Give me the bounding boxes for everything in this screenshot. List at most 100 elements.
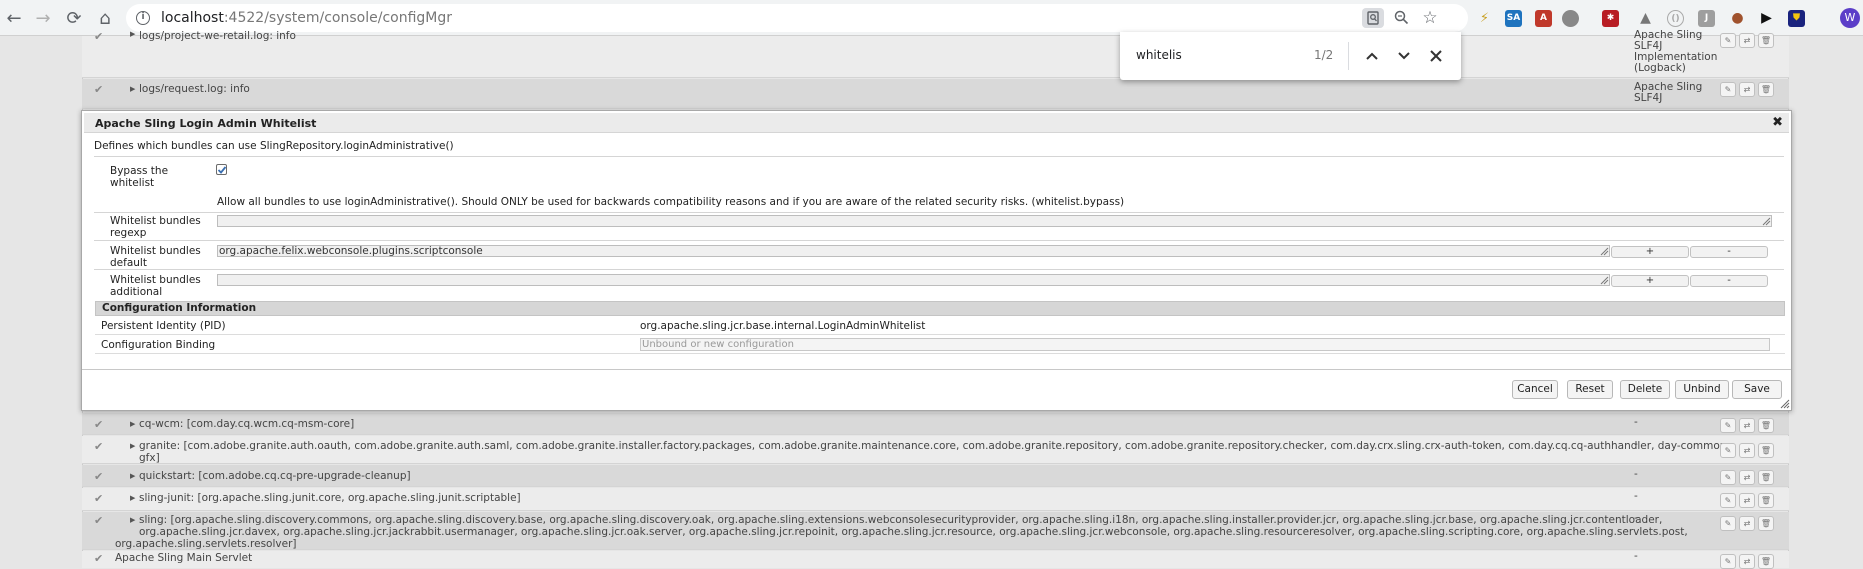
find-next-chevron-down-icon[interactable]: [1392, 44, 1416, 68]
expand-triangle-icon[interactable]: ▶: [130, 442, 135, 450]
edit-pencil-icon[interactable]: ✎: [1720, 443, 1736, 458]
resize-grip-icon[interactable]: [1600, 276, 1609, 285]
edit-pencil-icon[interactable]: ✎: [1720, 470, 1736, 485]
delete-trash-icon[interactable]: 🗑: [1758, 554, 1774, 569]
table-row[interactable]: ✔ ▶ cq-wcm: [com.day.cq.wcm.cq-msm-core]…: [82, 413, 1789, 435]
resize-grip-icon[interactable]: [1762, 217, 1771, 226]
table-row[interactable]: ✔ ▶ logs/request.log: info Apache Sling …: [82, 79, 1789, 109]
cancel-button[interactable]: Cancel: [1512, 380, 1558, 399]
bookmark-star-icon[interactable]: ☆: [1419, 8, 1441, 28]
find-previous-chevron-up-icon[interactable]: [1360, 44, 1384, 68]
edit-pencil-icon[interactable]: ✎: [1720, 82, 1736, 97]
delete-trash-icon[interactable]: 🗑: [1758, 493, 1774, 508]
row-label-continued: org.apache.sling.jcr.davex, org.apache.s…: [139, 526, 1688, 538]
zoom-icon[interactable]: [1390, 8, 1412, 28]
table-row[interactable]: ✔ ▶ granite: [com.adobe.granite.auth.oau…: [82, 436, 1789, 464]
dialog-resize-grip-icon[interactable]: [1780, 399, 1790, 409]
table-row[interactable]: ✔ ▶ logs/project-we-retail.log: info Apa…: [82, 30, 1789, 78]
url-text[interactable]: localhost:4522/system/console/configMgr: [161, 10, 452, 26]
triangle-extension-icon[interactable]: ▲: [1637, 10, 1654, 27]
unbind-button[interactable]: Unbind: [1675, 380, 1729, 399]
binding-label: Configuration Binding: [101, 339, 216, 351]
add-default-button[interactable]: +: [1611, 246, 1689, 258]
delete-trash-icon[interactable]: 🗑: [1758, 443, 1774, 458]
row-label-continued: gfx]: [139, 452, 160, 464]
find-close-icon[interactable]: [1424, 44, 1448, 68]
expand-triangle-icon[interactable]: ▶: [130, 516, 135, 524]
table-row[interactable]: ✔ ▶ quickstart: [com.adobe.cq.cq-pre-upg…: [82, 465, 1789, 487]
delete-trash-icon[interactable]: 🗑: [1758, 516, 1774, 531]
bypass-label: Bypass the whitelist: [110, 165, 168, 189]
remove-default-button[interactable]: -: [1690, 246, 1768, 258]
flag-extension-icon[interactable]: ▶: [1758, 10, 1775, 27]
config-dialog: Apache Sling Login Admin Whitelist ✖ Def…: [81, 110, 1792, 411]
edit-pencil-icon[interactable]: ✎: [1720, 516, 1736, 531]
table-row[interactable]: ✔ ▶ sling: [org.apache.sling.discovery.c…: [82, 512, 1789, 550]
dialog-title: Apache Sling Login Admin Whitelist: [95, 117, 317, 130]
add-additional-button[interactable]: +: [1611, 275, 1689, 287]
unbind-icon[interactable]: ⇄: [1739, 493, 1755, 508]
additional-row: + -: [82, 274, 1782, 288]
whitelist-default-input[interactable]: org.apache.felix.webconsole.plugins.scri…: [217, 245, 1610, 257]
unbind-icon[interactable]: ⇄: [1739, 470, 1755, 485]
delete-trash-icon[interactable]: 🗑: [1758, 418, 1774, 433]
config-info-header: Configuration Information: [95, 301, 1785, 316]
delete-trash-icon[interactable]: 🗑: [1758, 82, 1774, 97]
unbind-icon[interactable]: ⇄: [1739, 443, 1755, 458]
delete-trash-icon[interactable]: 🗑: [1758, 470, 1774, 485]
outline-extension-icon[interactable]: (): [1667, 10, 1684, 27]
expand-triangle-icon[interactable]: ▶: [130, 420, 135, 428]
whitelist-regexp-input[interactable]: [217, 215, 1772, 227]
dialog-titlebar[interactable]: Apache Sling Login Admin Whitelist ✖: [84, 113, 1789, 133]
find-bar: whitelis 1/2: [1120, 32, 1461, 80]
home-icon[interactable]: ⌂: [91, 4, 119, 32]
dialog-close-icon[interactable]: ✖: [1772, 115, 1783, 130]
expand-triangle-icon[interactable]: ▶: [130, 85, 135, 93]
unbind-icon[interactable]: ⇄: [1739, 554, 1755, 569]
find-input[interactable]: whitelis: [1136, 48, 1182, 62]
seo-extension-icon[interactable]: SA: [1505, 10, 1522, 27]
circle-extension-icon[interactable]: [1562, 10, 1579, 27]
resize-grip-icon[interactable]: [1600, 247, 1609, 256]
row-label: logs/request.log: info: [139, 83, 250, 95]
remove-additional-button[interactable]: -: [1690, 275, 1768, 287]
edit-pencil-icon[interactable]: ✎: [1720, 493, 1736, 508]
reload-icon[interactable]: ⟳: [60, 4, 88, 32]
save-button[interactable]: Save: [1732, 380, 1782, 399]
delete-button[interactable]: Delete: [1620, 380, 1670, 399]
unbind-icon[interactable]: ⇄: [1739, 33, 1755, 48]
row-label: Apache Sling Main Servlet: [115, 552, 253, 564]
delete-trash-icon[interactable]: 🗑: [1758, 33, 1774, 48]
row-source: Apache Sling SLF4J: [1634, 81, 1703, 104]
cookie-extension-icon[interactable]: ●: [1729, 10, 1746, 27]
find-in-page-icon[interactable]: [1362, 8, 1384, 28]
red-extension-icon[interactable]: ✱: [1602, 10, 1619, 27]
unbind-icon[interactable]: ⇄: [1739, 82, 1755, 97]
site-info-icon[interactable]: i: [136, 11, 150, 25]
table-row[interactable]: ✔ ▶ sling-junit: [org.apache.sling.junit…: [82, 488, 1789, 511]
unbind-icon[interactable]: ⇄: [1739, 516, 1755, 531]
lightning-extension-icon[interactable]: ⚡: [1476, 10, 1493, 27]
forward-arrow-icon[interactable]: →: [29, 4, 57, 32]
address-bar[interactable]: i localhost:4522/system/console/configMg…: [126, 4, 1468, 32]
edit-pencil-icon[interactable]: ✎: [1720, 554, 1736, 569]
reset-button[interactable]: Reset: [1567, 380, 1613, 399]
expand-triangle-icon[interactable]: ▶: [130, 30, 135, 38]
checkmark-icon: ✔: [94, 470, 104, 483]
pdf-extension-icon[interactable]: A: [1535, 10, 1552, 27]
unbind-icon[interactable]: ⇄: [1739, 418, 1755, 433]
shield-extension-icon[interactable]: ⛊: [1788, 10, 1805, 27]
bypass-help-text: Allow all bundles to use loginAdministra…: [217, 196, 1125, 208]
grey-extension-icon[interactable]: J: [1698, 10, 1715, 27]
expand-triangle-icon[interactable]: ▶: [130, 472, 135, 480]
profile-avatar[interactable]: W: [1840, 8, 1860, 28]
bypass-label-line2: whitelist: [110, 177, 155, 189]
row-source: -: [1634, 468, 1638, 480]
back-arrow-icon[interactable]: ←: [0, 4, 28, 32]
bypass-whitelist-checkbox[interactable]: [216, 164, 227, 175]
table-row[interactable]: ✔ Apache Sling Main Servlet - ✎ ⇄ 🗑: [82, 551, 1789, 569]
whitelist-additional-input[interactable]: [217, 274, 1610, 286]
edit-pencil-icon[interactable]: ✎: [1720, 33, 1736, 48]
expand-triangle-icon[interactable]: ▶: [130, 494, 135, 502]
edit-pencil-icon[interactable]: ✎: [1720, 418, 1736, 433]
